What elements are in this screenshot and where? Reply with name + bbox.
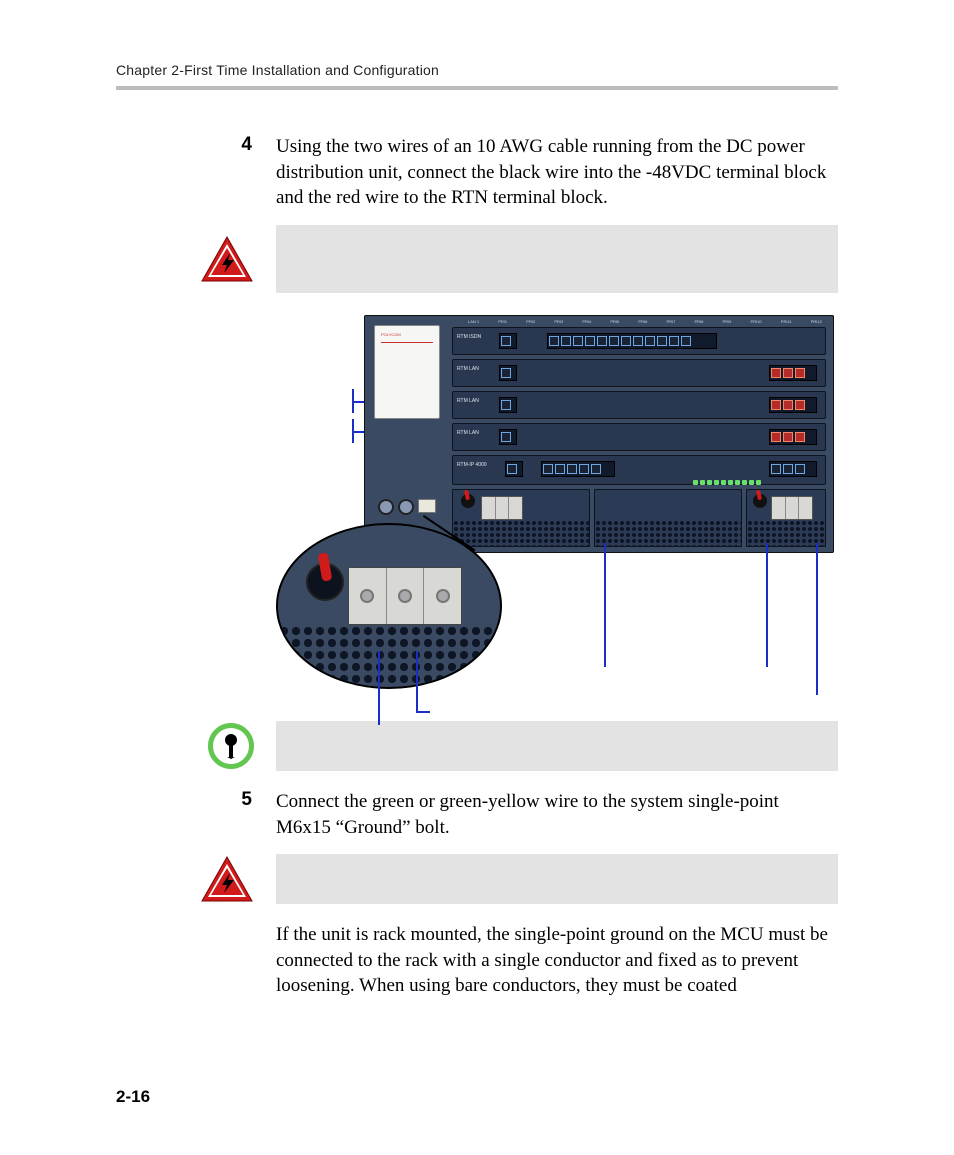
callout-line <box>416 711 430 713</box>
device-figure-wrap: POLYCOM LAN 1 PRI1 PRI2 PRI3 PRI4 PRI5 P… <box>276 311 834 711</box>
psu-left-switch <box>461 494 475 508</box>
warning-callout-2-box <box>276 854 838 904</box>
ground-callout <box>116 721 838 771</box>
zoom-terminal-block <box>348 567 462 625</box>
status-led-strip <box>693 472 777 478</box>
step-5-number: 5 <box>241 789 252 810</box>
callout-line <box>416 651 418 713</box>
zoom-switch <box>306 563 344 601</box>
callout-line <box>766 543 768 667</box>
slot-rtm-ip-4000: RTM-IP 4000 <box>452 455 826 485</box>
psu-bay-left <box>452 489 590 547</box>
step-5: 5 Connect the green or green-yellow wire… <box>116 789 838 840</box>
step-4-text: Using the two wires of an 10 AWG cable r… <box>276 134 838 211</box>
electrical-warning-icon <box>200 855 254 903</box>
callout-line <box>816 543 818 695</box>
electrical-warning-icon <box>200 235 254 283</box>
step-4-number: 4 <box>241 134 252 155</box>
ground-note-paragraph: If the unit is rack mounted, the single-… <box>276 922 838 999</box>
psu-bay-right <box>746 489 826 547</box>
psu-right-switch <box>753 494 767 508</box>
callout-line <box>378 651 380 725</box>
esd-label <box>418 499 436 513</box>
step-4: 4 Using the two wires of an 10 AWG cable… <box>116 134 838 211</box>
callout-line <box>604 543 606 667</box>
warning-callout-1-box <box>276 225 838 293</box>
top-port-labels: LAN 1 PRI1 PRI2 PRI3 PRI4 PRI5 PRI6 PRI7… <box>468 319 822 326</box>
step-5-text: Connect the green or green-yellow wire t… <box>276 789 838 840</box>
page-number: 2-16 <box>116 1087 150 1107</box>
callout-line <box>352 401 364 403</box>
slot-rtm-isdn: RTM ISDN <box>452 327 826 355</box>
psu-right-terminal-block <box>771 496 813 520</box>
psu-left-terminal-block <box>481 496 523 520</box>
slot-rtm-lan-2: RTM LAN <box>452 391 826 419</box>
product-label-panel: POLYCOM <box>374 325 440 419</box>
device-figure: POLYCOM LAN 1 PRI1 PRI2 PRI3 PRI4 PRI5 P… <box>276 311 834 711</box>
slot-rtm-lan-1: RTM LAN <box>452 359 826 387</box>
callout-line <box>352 431 364 433</box>
zoom-inset <box>276 523 502 689</box>
ground-icon <box>208 723 254 769</box>
front-button-2 <box>398 499 414 515</box>
ground-callout-box <box>276 721 838 771</box>
brand-label: POLYCOM <box>381 332 401 337</box>
slot-rtm-lan-3: RTM LAN <box>452 423 826 451</box>
header-rule <box>116 86 838 90</box>
chapter-header: Chapter 2-First Time Installation and Co… <box>116 62 838 78</box>
psu-bay-mid <box>594 489 742 547</box>
front-button-1 <box>378 499 394 515</box>
warning-callout-1 <box>116 225 838 293</box>
device-chassis: POLYCOM LAN 1 PRI1 PRI2 PRI3 PRI4 PRI5 P… <box>364 315 834 553</box>
page: Chapter 2-First Time Installation and Co… <box>0 0 954 1155</box>
warning-callout-2 <box>116 854 838 904</box>
